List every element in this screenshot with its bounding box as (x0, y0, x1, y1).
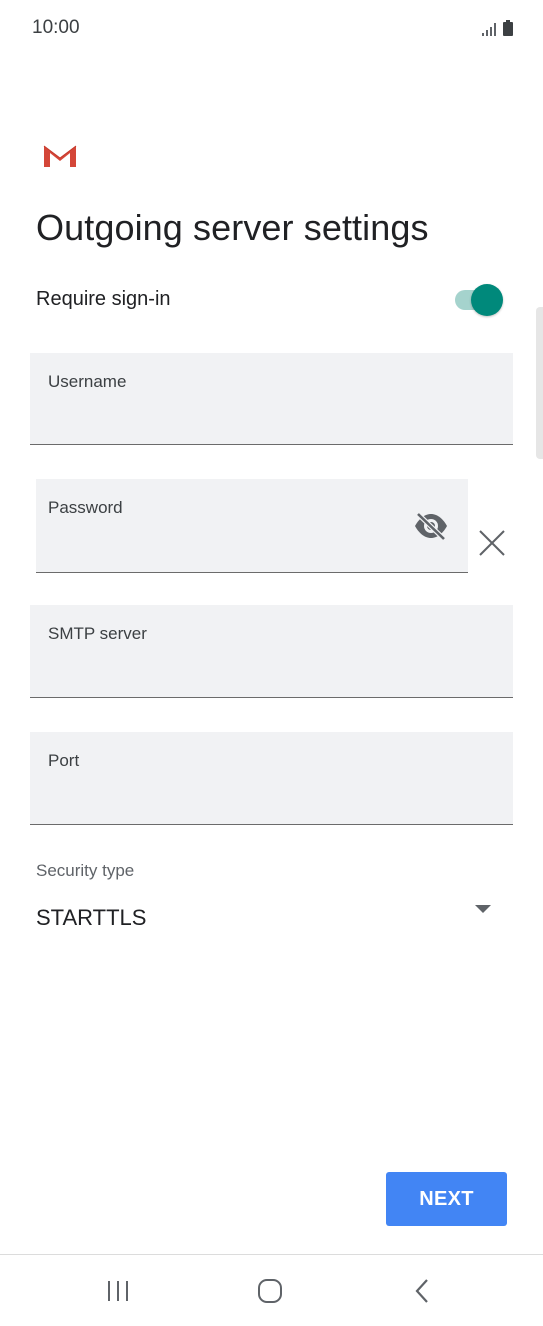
recents-button[interactable] (96, 1271, 140, 1311)
close-icon[interactable] (476, 527, 508, 559)
next-button[interactable]: NEXT (386, 1172, 507, 1226)
username-field[interactable]: Username (30, 353, 513, 445)
eye-off-icon[interactable] (412, 510, 450, 542)
recents-icon (108, 1281, 128, 1301)
signal-icon (482, 23, 496, 36)
scroll-handle[interactable] (536, 307, 543, 459)
password-input[interactable] (48, 541, 400, 562)
security-type-dropdown[interactable] (30, 890, 513, 940)
port-input[interactable] (48, 793, 451, 814)
require-signin-toggle[interactable] (455, 283, 503, 317)
home-icon (258, 1279, 282, 1303)
back-button[interactable] (400, 1271, 444, 1311)
require-signin-label: Require sign-in (36, 288, 171, 310)
gmail-logo (43, 145, 77, 167)
battery-icon (503, 20, 513, 36)
page-title: Outgoing server settings (36, 207, 429, 248)
password-field[interactable]: Password (36, 479, 468, 573)
back-icon (415, 1279, 428, 1303)
username-input[interactable] (48, 413, 451, 434)
port-label: Port (48, 751, 80, 770)
security-type-label: Security type (36, 861, 135, 880)
username-label: Username (48, 372, 127, 391)
status-time: 10:00 (32, 17, 80, 38)
system-navigation-bar (0, 1255, 543, 1326)
port-field[interactable]: Port (30, 732, 513, 825)
smtp-server-field[interactable]: SMTP server (30, 605, 513, 698)
password-label: Password (48, 498, 123, 517)
smtp-server-input[interactable] (48, 666, 451, 687)
home-button[interactable] (248, 1271, 292, 1311)
smtp-server-label: SMTP server (48, 624, 147, 643)
status-icons (481, 20, 513, 36)
toggle-thumb (471, 284, 503, 316)
